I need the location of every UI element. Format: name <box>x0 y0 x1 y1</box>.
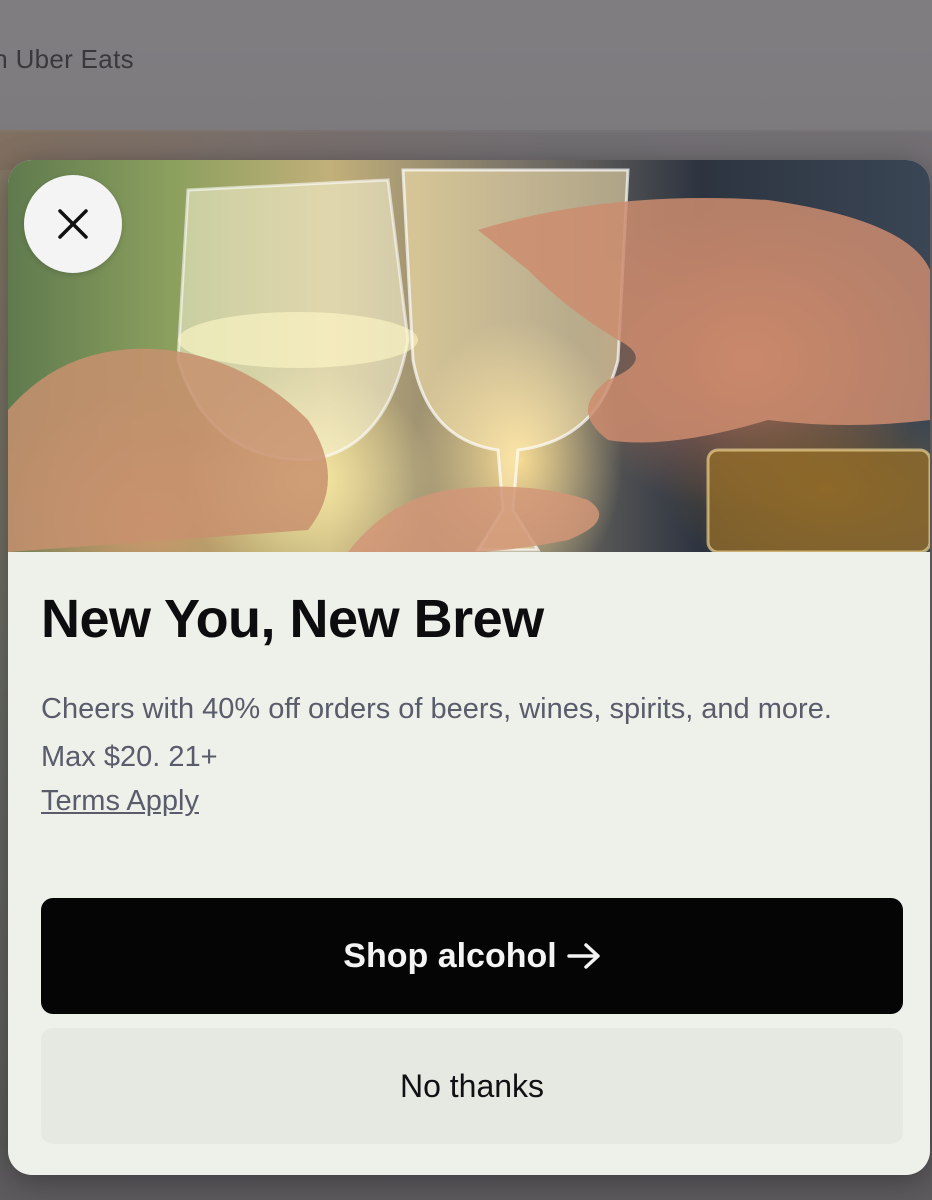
shop-alcohol-button[interactable]: Shop alcohol <box>41 898 903 1014</box>
background-header <box>0 0 932 132</box>
no-thanks-button[interactable]: No thanks <box>41 1028 903 1144</box>
modal-description: Cheers with 40% off orders of beers, win… <box>41 693 832 774</box>
close-icon <box>58 209 88 239</box>
close-button[interactable] <box>24 175 122 273</box>
terms-link[interactable]: Terms Apply <box>41 785 199 818</box>
hero-illustration <box>8 168 930 552</box>
modal-content: New You, New Brew Cheers with 40% off or… <box>41 589 901 818</box>
no-thanks-label: No thanks <box>399 1067 545 1104</box>
shop-alcohol-label: Shop alcohol <box>343 936 557 975</box>
hero-image <box>8 160 930 552</box>
modal-title: New You, New Brew <box>41 589 544 649</box>
promo-modal: New You, New Brew Cheers with 40% off or… <box>8 160 930 1175</box>
background-search-text: ch Uber Eats <box>0 44 134 74</box>
arrow-right-icon <box>566 942 601 970</box>
